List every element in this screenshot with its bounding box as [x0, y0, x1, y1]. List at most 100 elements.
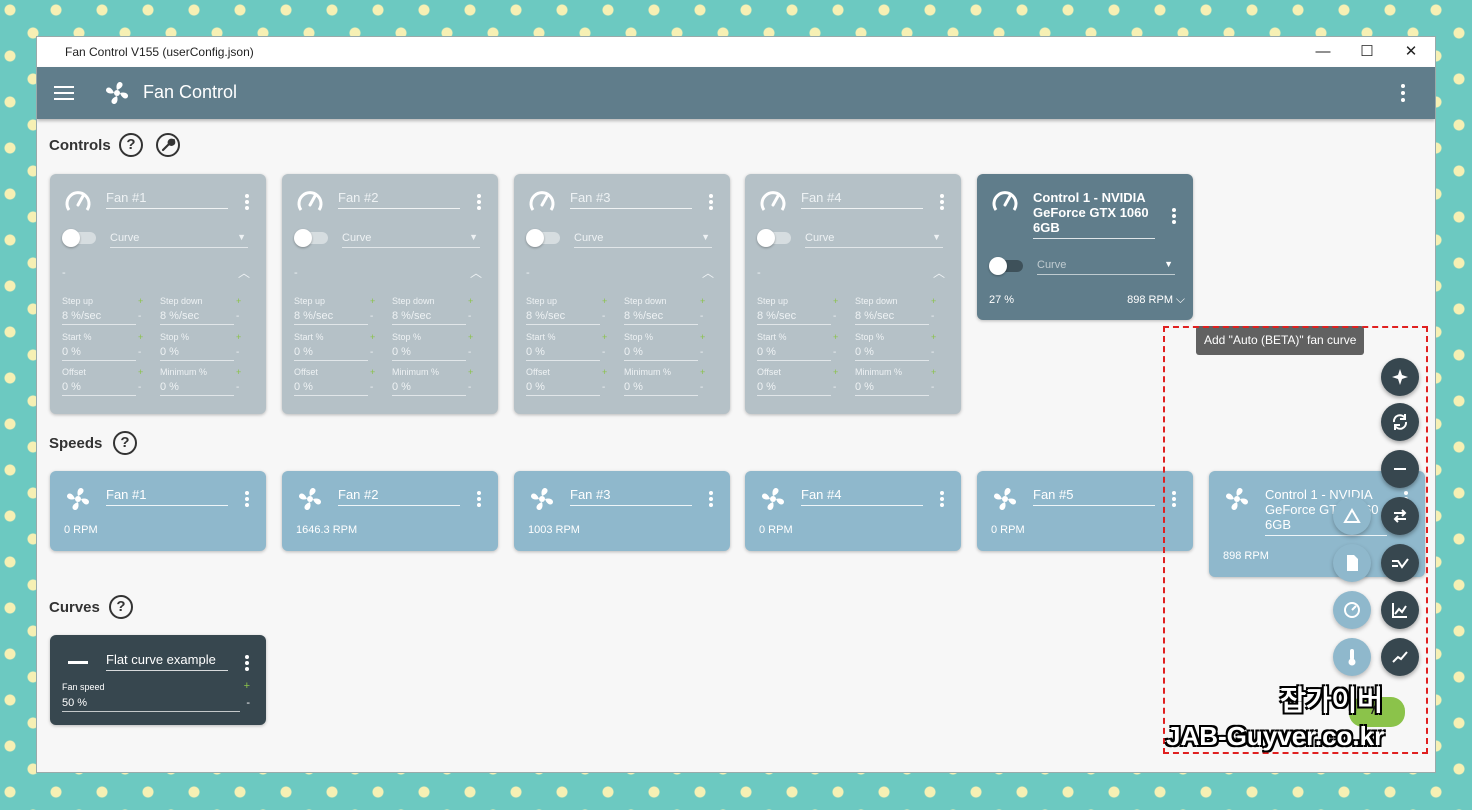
decrease-button[interactable]: -: [138, 347, 141, 358]
card-menu-icon[interactable]: [939, 193, 945, 211]
stop-value[interactable]: 0 %: [160, 346, 234, 361]
collapse-chevron-icon[interactable]: ︿: [702, 264, 714, 281]
card-menu-icon[interactable]: [476, 490, 482, 508]
step-down-value[interactable]: 8 %/sec: [624, 310, 698, 325]
control-toggle[interactable]: [294, 229, 328, 247]
step-up-value[interactable]: 8 %/sec: [526, 310, 600, 325]
control-name[interactable]: Fan #4: [801, 190, 923, 209]
decrease-button[interactable]: -: [833, 382, 836, 393]
increase-button[interactable]: +: [833, 332, 838, 342]
increase-button[interactable]: +: [236, 367, 241, 377]
card-menu-icon[interactable]: [708, 193, 714, 211]
card-menu-icon[interactable]: [1171, 207, 1177, 225]
increase-button[interactable]: +: [236, 296, 241, 306]
control-name[interactable]: Fan #1: [106, 190, 228, 209]
step-down-value[interactable]: 8 %/sec: [392, 310, 466, 325]
active-control-name[interactable]: Control 1 - NVIDIA GeForce GTX 1060 6GB: [1033, 190, 1155, 239]
decrease-button[interactable]: -: [700, 311, 703, 322]
card-menu-icon[interactable]: [244, 654, 250, 672]
speed-card[interactable]: Fan #2 1646.3 RPM: [282, 471, 498, 551]
collapse-chevron-icon[interactable]: ︿: [238, 264, 250, 281]
more-options-icon[interactable]: [1395, 82, 1411, 104]
offset-value[interactable]: 0 %: [526, 381, 600, 396]
step-down-value[interactable]: 8 %/sec: [160, 310, 234, 325]
curve-select[interactable]: Curve ▼: [342, 232, 480, 248]
speed-name[interactable]: Fan #3: [570, 487, 692, 506]
minimum-value[interactable]: 0 %: [160, 381, 234, 396]
step-down-value[interactable]: 8 %/sec: [855, 310, 929, 325]
start-value[interactable]: 0 %: [757, 346, 831, 361]
curve-select[interactable]: Curve ▼: [805, 232, 943, 248]
minimum-value[interactable]: 0 %: [392, 381, 466, 396]
curve-name[interactable]: Flat curve example: [106, 652, 228, 671]
card-menu-icon[interactable]: [476, 193, 482, 211]
increase-button[interactable]: +: [236, 332, 241, 342]
decrease-button[interactable]: -: [246, 697, 250, 709]
increase-button[interactable]: +: [931, 296, 936, 306]
start-value[interactable]: 0 %: [294, 346, 368, 361]
fan-speed-value[interactable]: 50 %: [62, 697, 240, 712]
offset-value[interactable]: 0 %: [757, 381, 831, 396]
decrease-button[interactable]: -: [931, 382, 934, 393]
increase-button[interactable]: +: [370, 332, 375, 342]
close-button[interactable]: ✕: [1389, 41, 1433, 63]
curve-select[interactable]: Curve ▼: [574, 232, 712, 248]
decrease-button[interactable]: -: [468, 347, 471, 358]
increase-button[interactable]: +: [700, 296, 705, 306]
decrease-button[interactable]: -: [468, 311, 471, 322]
decrease-button[interactable]: -: [700, 382, 703, 393]
increase-button[interactable]: +: [370, 296, 375, 306]
decrease-button[interactable]: -: [138, 311, 141, 322]
decrease-button[interactable]: -: [370, 347, 373, 358]
minimize-button[interactable]: —: [1301, 41, 1345, 63]
increase-button[interactable]: +: [138, 332, 143, 342]
step-up-value[interactable]: 8 %/sec: [62, 310, 136, 325]
maximize-button[interactable]: ☐: [1345, 41, 1389, 63]
decrease-button[interactable]: -: [931, 311, 934, 322]
decrease-button[interactable]: -: [833, 311, 836, 322]
card-menu-icon[interactable]: [939, 490, 945, 508]
increase-button[interactable]: +: [931, 332, 936, 342]
minimum-value[interactable]: 0 %: [624, 381, 698, 396]
increase-button[interactable]: +: [833, 367, 838, 377]
control-toggle[interactable]: [526, 229, 560, 247]
speed-name[interactable]: Fan #5: [1033, 487, 1155, 506]
card-menu-icon[interactable]: [708, 490, 714, 508]
curve-card[interactable]: Flat curve example Fan speed + 50 % -: [50, 635, 266, 725]
start-value[interactable]: 0 %: [62, 346, 136, 361]
speed-card[interactable]: Fan #4 0 RPM: [745, 471, 961, 551]
control-card[interactable]: Fan #3 Curve ▼ - ︿ Step up +8 %/sec - Step d…: [514, 174, 730, 414]
step-up-value[interactable]: 8 %/sec: [294, 310, 368, 325]
stop-value[interactable]: 0 %: [392, 346, 466, 361]
increase-button[interactable]: +: [370, 367, 375, 377]
increase-button[interactable]: +: [833, 296, 838, 306]
start-value[interactable]: 0 %: [526, 346, 600, 361]
stop-value[interactable]: 0 %: [855, 346, 929, 361]
curve-select[interactable]: Curve ▼: [1037, 259, 1175, 275]
decrease-button[interactable]: -: [236, 311, 239, 322]
expand-chevron-icon[interactable]: ⌵: [1176, 292, 1185, 307]
increase-button[interactable]: +: [602, 367, 607, 377]
decrease-button[interactable]: -: [236, 347, 239, 358]
hamburger-menu-icon[interactable]: [53, 82, 75, 104]
curve-select[interactable]: Curve ▼: [110, 232, 248, 248]
increase-button[interactable]: +: [602, 332, 607, 342]
offset-value[interactable]: 0 %: [294, 381, 368, 396]
increase-button[interactable]: +: [244, 680, 250, 692]
speed-name[interactable]: Fan #4: [801, 487, 923, 506]
increase-button[interactable]: +: [138, 296, 143, 306]
control-toggle[interactable]: [62, 229, 96, 247]
minimum-value[interactable]: 0 %: [855, 381, 929, 396]
increase-button[interactable]: +: [468, 332, 473, 342]
decrease-button[interactable]: -: [370, 311, 373, 322]
decrease-button[interactable]: -: [931, 347, 934, 358]
speed-name[interactable]: Fan #1: [106, 487, 228, 506]
increase-button[interactable]: +: [138, 367, 143, 377]
card-menu-icon[interactable]: [244, 490, 250, 508]
step-up-value[interactable]: 8 %/sec: [757, 310, 831, 325]
increase-button[interactable]: +: [931, 367, 936, 377]
decrease-button[interactable]: -: [370, 382, 373, 393]
speeds-help-icon[interactable]: ?: [113, 431, 137, 455]
decrease-button[interactable]: -: [236, 382, 239, 393]
decrease-button[interactable]: -: [700, 347, 703, 358]
